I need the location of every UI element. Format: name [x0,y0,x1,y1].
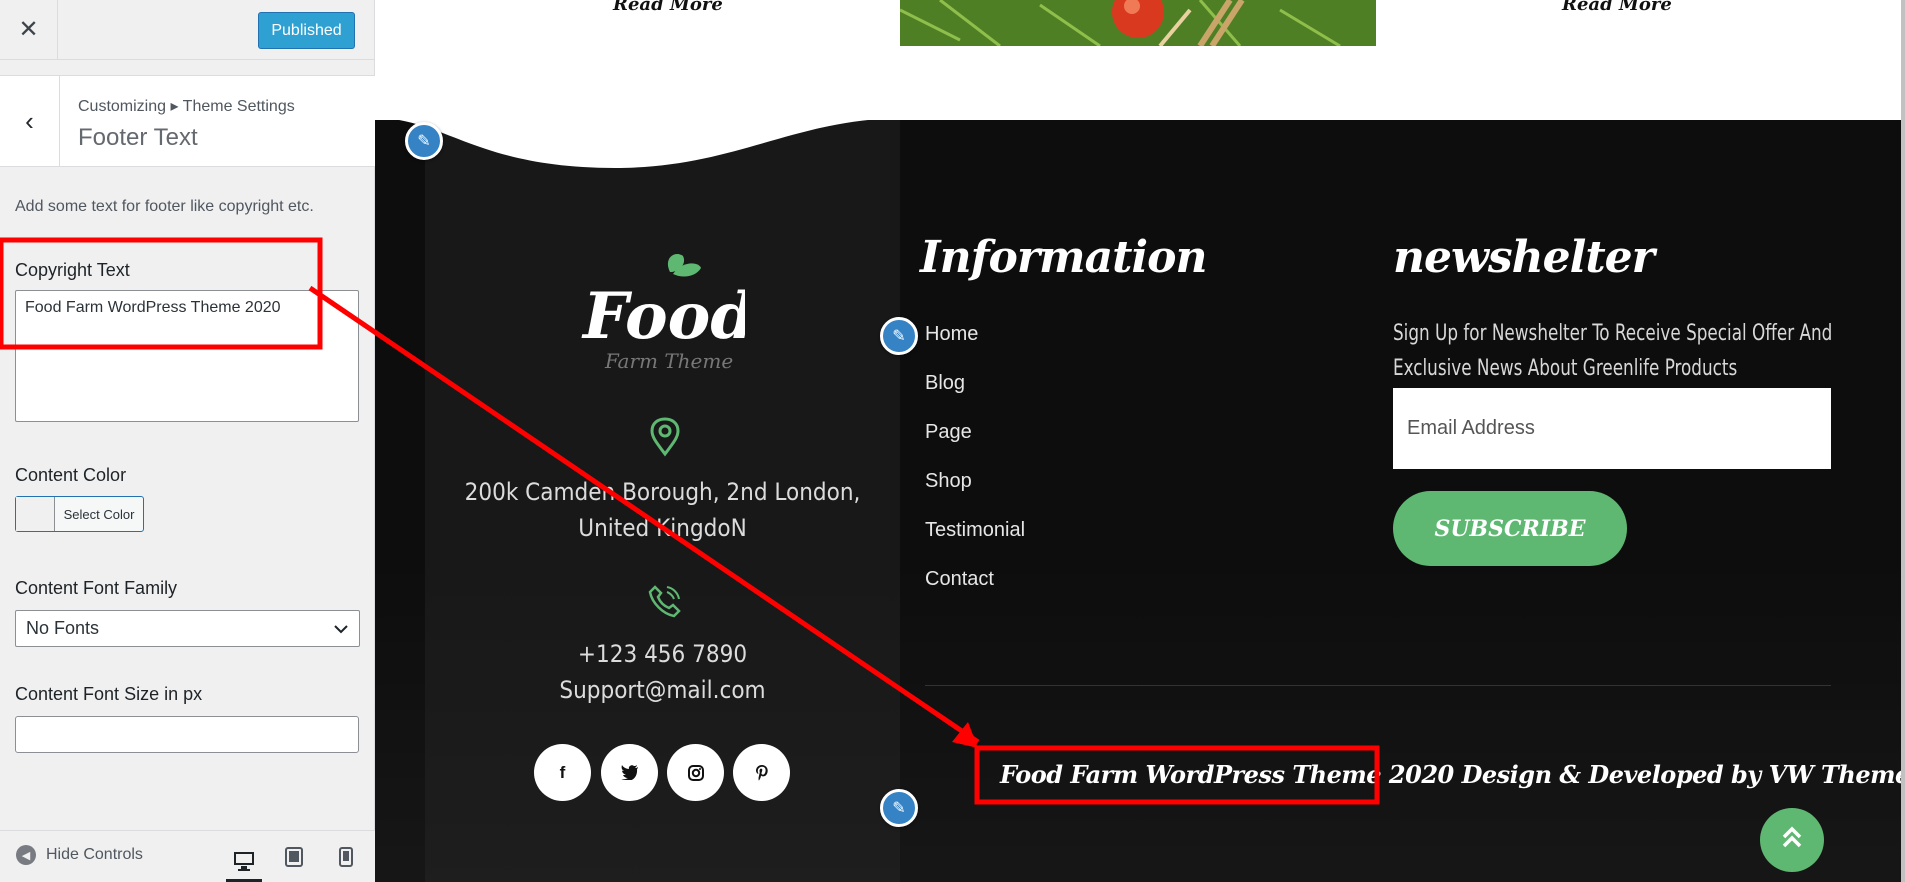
instagram-button[interactable] [667,744,724,801]
address-line: 200k Camden Borough, 2nd London, [464,478,861,506]
scroll-to-top-button[interactable] [1760,808,1824,872]
footer-link-blog[interactable]: Blog [925,372,1025,421]
back-button[interactable]: ‹ [0,76,60,167]
footer-link-page[interactable]: Page [925,421,1025,470]
preview-scrollbar[interactable] [1901,0,1905,882]
footer-link-shop[interactable]: Shop [925,470,1025,519]
facebook-button[interactable]: f [534,744,591,801]
pencil-icon: ✎ [892,328,906,345]
pinterest-button[interactable] [733,744,790,801]
logo-tagline: Farm Theme [604,349,733,373]
pencil-icon: ✎ [892,800,906,817]
subscribe-button[interactable]: SUBSCRIBE [1393,491,1627,566]
section-header: ‹ Customizing ▸ Theme Settings Footer Te… [0,75,375,167]
footer-link-testimonial[interactable]: Testimonial [925,519,1025,568]
copyright-text-label: Copyright Text [15,260,130,280]
select-color-label: Select Color [63,506,135,522]
copyright-text: Food Farm WordPress Theme 2020 [1000,760,1454,789]
double-chevron-up-icon [1781,825,1803,856]
content-font-family-label: Content Font Family [15,578,178,598]
section-title: Footer Text [78,124,198,151]
location-pin-icon [650,417,680,457]
address-line: United KingdoN [578,514,747,542]
blog-post-image [900,0,1376,46]
footer-copyright: Food Farm WordPress Theme 2020 Design & … [1000,760,1905,789]
mobile-icon [339,847,353,867]
content-color-label: Content Color [15,465,127,485]
chevron-left-icon: ‹ [25,106,34,136]
footer-wave-shape [375,118,905,168]
footer-phone-email: +123 456 7890 Support@mail.com [425,636,900,708]
twitter-icon [620,765,638,780]
newsletter-email-input[interactable]: Email Address [1393,388,1831,469]
font-family-select[interactable]: No Fonts [15,610,360,647]
email-placeholder: Email Address [1407,417,1535,439]
footer-link-contact[interactable]: Contact [925,568,1025,617]
newsletter-line: Sign Up for Newshelter To Receive Specia… [1393,321,1833,346]
customizer-sidebar: ✕ Published ‹ Customizing ▸ Theme Settin… [0,0,375,882]
information-links: Home Blog Page Shop Testimonial Contact [925,323,1025,617]
newsletter-line: Exclusive News About Greenlife Products [1393,356,1738,381]
credit-text: Design & Developed by VW Themes [1453,760,1905,789]
close-icon: ✕ [18,16,39,43]
customizer-header: ✕ Published [0,0,375,60]
hide-controls-label: Hide Controls [46,846,143,863]
preview-desktop-button[interactable] [226,843,262,882]
hide-controls-button[interactable]: ◀ Hide Controls [16,845,143,865]
font-size-input[interactable] [15,716,359,753]
read-more-link[interactable]: Read More [1562,0,1672,15]
edit-shortcut-button[interactable]: ✎ [405,122,443,160]
phone-icon [648,585,681,618]
facebook-icon: f [559,762,566,782]
edit-shortcut-button[interactable]: ✎ [880,789,918,827]
customizer-footer: ◀ Hide Controls [0,830,375,882]
read-more-link[interactable]: Read More [613,0,723,15]
information-heading: Information [920,232,1207,283]
instagram-icon [687,764,704,781]
site-logo[interactable]: Food Farm Theme [575,250,755,375]
chevron-down-icon [333,621,349,637]
tablet-icon [285,847,303,867]
preview-mobile-button[interactable] [328,843,364,871]
color-swatch [16,497,55,531]
footer-background-texture [375,562,1905,882]
publish-button[interactable]: Published [258,12,355,49]
desktop-icon [234,852,254,871]
copyright-text-input[interactable]: Food Farm WordPress Theme 2020 [15,290,359,422]
footer-divider [925,685,1831,686]
pinterest-icon [755,765,768,781]
footer-address: 200k Camden Borough, 2nd London, United … [425,474,900,546]
close-customizer-button[interactable]: ✕ [0,0,58,59]
footer-phone[interactable]: +123 456 7890 [425,636,900,672]
preview-tablet-button[interactable] [276,843,312,871]
section-description: Add some text for footer like copyright … [15,198,314,215]
select-color-button[interactable]: Select Color [15,496,144,532]
pencil-icon: ✎ [417,133,431,150]
font-family-value: No Fonts [26,618,100,638]
footer-email[interactable]: Support@mail.com [425,672,900,708]
newsletter-description: Sign Up for Newshelter To Receive Specia… [1393,316,1833,386]
content-font-size-label: Content Font Size in px [15,684,203,704]
site-preview: Read More Read More Food Farm Theme 200k… [375,0,1905,882]
twitter-button[interactable] [601,744,658,801]
edit-shortcut-button[interactable]: ✎ [880,317,918,355]
breadcrumb: Customizing ▸ Theme Settings [78,98,295,115]
newsletter-heading: newshelter [1393,232,1655,283]
footer-link-home[interactable]: Home [925,323,1025,372]
collapse-arrow-icon: ◀ [16,845,36,865]
logo-wordmark: Food [581,279,745,354]
